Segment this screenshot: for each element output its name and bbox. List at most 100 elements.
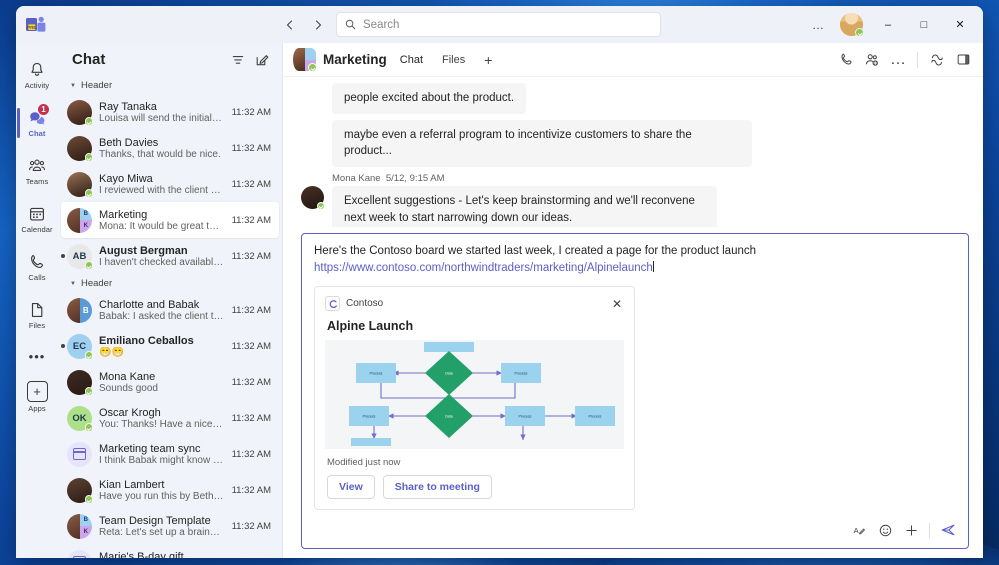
chat-timestamp: 11:32 AM — [231, 214, 271, 226]
call-icon[interactable] — [834, 48, 858, 72]
plus-icon[interactable] — [899, 518, 923, 542]
list-item[interactable]: Ray Tanaka Louisa will send the initial l… — [61, 94, 279, 130]
sidebar-item-files[interactable]: Files — [16, 291, 58, 339]
list-item[interactable]: Kayo MiwaI reviewed with the client on T… — [61, 166, 279, 202]
app-rail: Activity 1 Chat Teams Calendar Calls Fil… — [16, 43, 58, 558]
emoji-icon[interactable] — [873, 518, 897, 542]
composer-text[interactable]: Here's the Contoso board we started last… — [302, 234, 968, 281]
list-item-text: Emiliano Ceballos 😁😁 — [99, 335, 225, 358]
sidebar-item-activity[interactable]: Activity — [16, 51, 58, 99]
search-icon — [345, 19, 356, 30]
sidebar-item-teams[interactable]: Teams — [16, 147, 58, 195]
tab-files[interactable]: Files — [436, 51, 471, 69]
unread-dot — [61, 254, 65, 258]
presence-badge — [84, 261, 93, 270]
card-thumbnail[interactable]: Process Process Process Process Process … — [325, 340, 624, 449]
chat-preview: Louisa will send the initial list of... — [99, 112, 225, 124]
sidebar-item-label: Activity — [24, 80, 50, 90]
avatar — [67, 477, 93, 504]
chat-preview: 😁😁 — [99, 346, 124, 358]
chat-preview: I think Babak might know more... — [99, 454, 225, 466]
more-options-icon[interactable]: … — [886, 48, 910, 72]
filter-icon[interactable] — [226, 48, 250, 72]
chat-list-scroll[interactable]: ▼ Header Ray Tanaka Louisa will send the in… — [58, 76, 282, 558]
chat-name: Marketing — [99, 208, 148, 221]
message-list[interactable]: people excited about the product. maybe … — [283, 77, 983, 227]
list-item[interactable]: AB August Bergman I haven't checked availa… — [61, 238, 279, 274]
back-button[interactable] — [278, 13, 302, 37]
avatar-initial: B — [79, 297, 92, 323]
chat-group-header[interactable]: ▼ Header — [58, 76, 282, 94]
chat-preview: Mona: It would be great to sync — [99, 220, 225, 232]
list-item[interactable]: Kian LambertHave you run this by Beth? M… — [61, 472, 279, 508]
more-apps-icon[interactable]: ••• — [16, 339, 58, 373]
list-item[interactable]: B K Marketing Mona: It would be great to sy… — [61, 202, 279, 238]
format-icon[interactable]: A — [847, 518, 871, 542]
composer-wrapper: Here's the Contoso board we started last… — [283, 227, 983, 559]
avatar — [67, 99, 93, 126]
list-item[interactable]: Mona Kane Sounds good 11:32 AM — [61, 364, 279, 400]
share-to-meeting-button[interactable]: Share to meeting — [382, 475, 492, 499]
group-calendar-icon — [72, 448, 86, 460]
chat-name: Marketing team sync — [99, 442, 201, 455]
svg-text:Data: Data — [445, 414, 453, 418]
list-item-text: Marie's B-day giftI was thinking of a gi… — [99, 551, 225, 559]
svg-text:Process: Process — [589, 414, 602, 418]
list-item[interactable]: Marie's B-day giftI was thinking of a gi… — [61, 544, 279, 558]
sidebar-item-calendar[interactable]: Calendar — [16, 195, 58, 243]
settings-more-icon[interactable]: … — [804, 11, 832, 39]
close-button[interactable]: ✕ — [943, 7, 977, 43]
text-caret — [653, 260, 655, 272]
avatar — [67, 441, 92, 467]
avatar-initial: B — [79, 513, 92, 526]
card-title: Alpine Launch — [327, 319, 414, 333]
list-item-text: Marketing Mona: It would be great to sync — [99, 209, 225, 232]
chat-timestamp: 11:32 AM — [231, 484, 271, 496]
sidebar-item-label: Teams — [25, 176, 49, 186]
avatar-image — [67, 207, 80, 233]
chat-group-header[interactable]: ▼ Header — [58, 274, 282, 292]
composer-link[interactable]: https://www.contoso.com/northwindtraders… — [314, 262, 653, 274]
maximize-button[interactable]: □ — [907, 7, 941, 43]
presence-badge — [84, 495, 93, 504]
sidebar-item-chat[interactable]: 1 Chat — [16, 99, 58, 147]
list-item[interactable]: Beth Davies Thanks, that would be nice. 11… — [61, 130, 279, 166]
divider — [917, 51, 918, 68]
nav-buttons — [278, 6, 330, 43]
minimize-button[interactable]: – — [871, 7, 905, 43]
list-item[interactable]: EC Emiliano Ceballos 😁😁 11:32 AM — [61, 328, 279, 364]
forward-button[interactable] — [306, 13, 330, 37]
sidebar-item-apps[interactable]: + Apps — [16, 373, 58, 421]
contoso-icon — [325, 296, 340, 311]
tab-chat[interactable]: Chat — [394, 51, 429, 69]
people-icon — [28, 157, 46, 175]
title-bar: PRE Search … – □ ✕ — [16, 6, 983, 43]
chat-name: Beth Davies — [99, 136, 159, 149]
chat-name: Team Design Template — [99, 514, 211, 527]
open-panel-icon[interactable] — [951, 48, 975, 72]
avatar[interactable] — [840, 13, 864, 37]
conversation-title: Marketing — [323, 52, 387, 67]
message-row: Excellent suggestions - Let's keep brain… — [301, 186, 965, 227]
compose-icon[interactable] — [250, 48, 274, 72]
close-icon[interactable]: ✕ — [610, 298, 624, 310]
list-item[interactable]: B K Team Design Template Reta: Let's set up… — [61, 508, 279, 544]
list-item[interactable]: OK Oscar KroghYou: Thanks! Have a nice da… — [61, 400, 279, 436]
svg-text:Data: Data — [445, 371, 453, 375]
list-item-text: Oscar KroghYou: Thanks! Have a nice day,… — [99, 407, 225, 430]
list-item[interactable]: B Charlotte and Babak Babak: I asked the c… — [61, 292, 279, 328]
add-tab-button[interactable]: + — [478, 52, 498, 68]
message-composer[interactable]: Here's the Contoso board we started last… — [301, 232, 969, 549]
unread-dot — [61, 344, 65, 348]
send-icon[interactable] — [936, 518, 960, 542]
view-button[interactable]: View — [327, 475, 375, 499]
chat-name: Mona Kane — [99, 370, 156, 383]
add-people-icon[interactable] — [860, 48, 884, 72]
chevron-down-icon: ▼ — [70, 280, 76, 287]
list-item-text: Kian LambertHave you run this by Beth? M… — [99, 479, 225, 502]
list-item[interactable]: Marketing team sync I think Babak might k… — [61, 436, 279, 472]
search-bar[interactable]: Search — [336, 12, 661, 37]
copilot-icon[interactable] — [925, 48, 949, 72]
chat-timestamp: 11:32 AM — [231, 304, 271, 316]
sidebar-item-calls[interactable]: Calls — [16, 243, 58, 291]
